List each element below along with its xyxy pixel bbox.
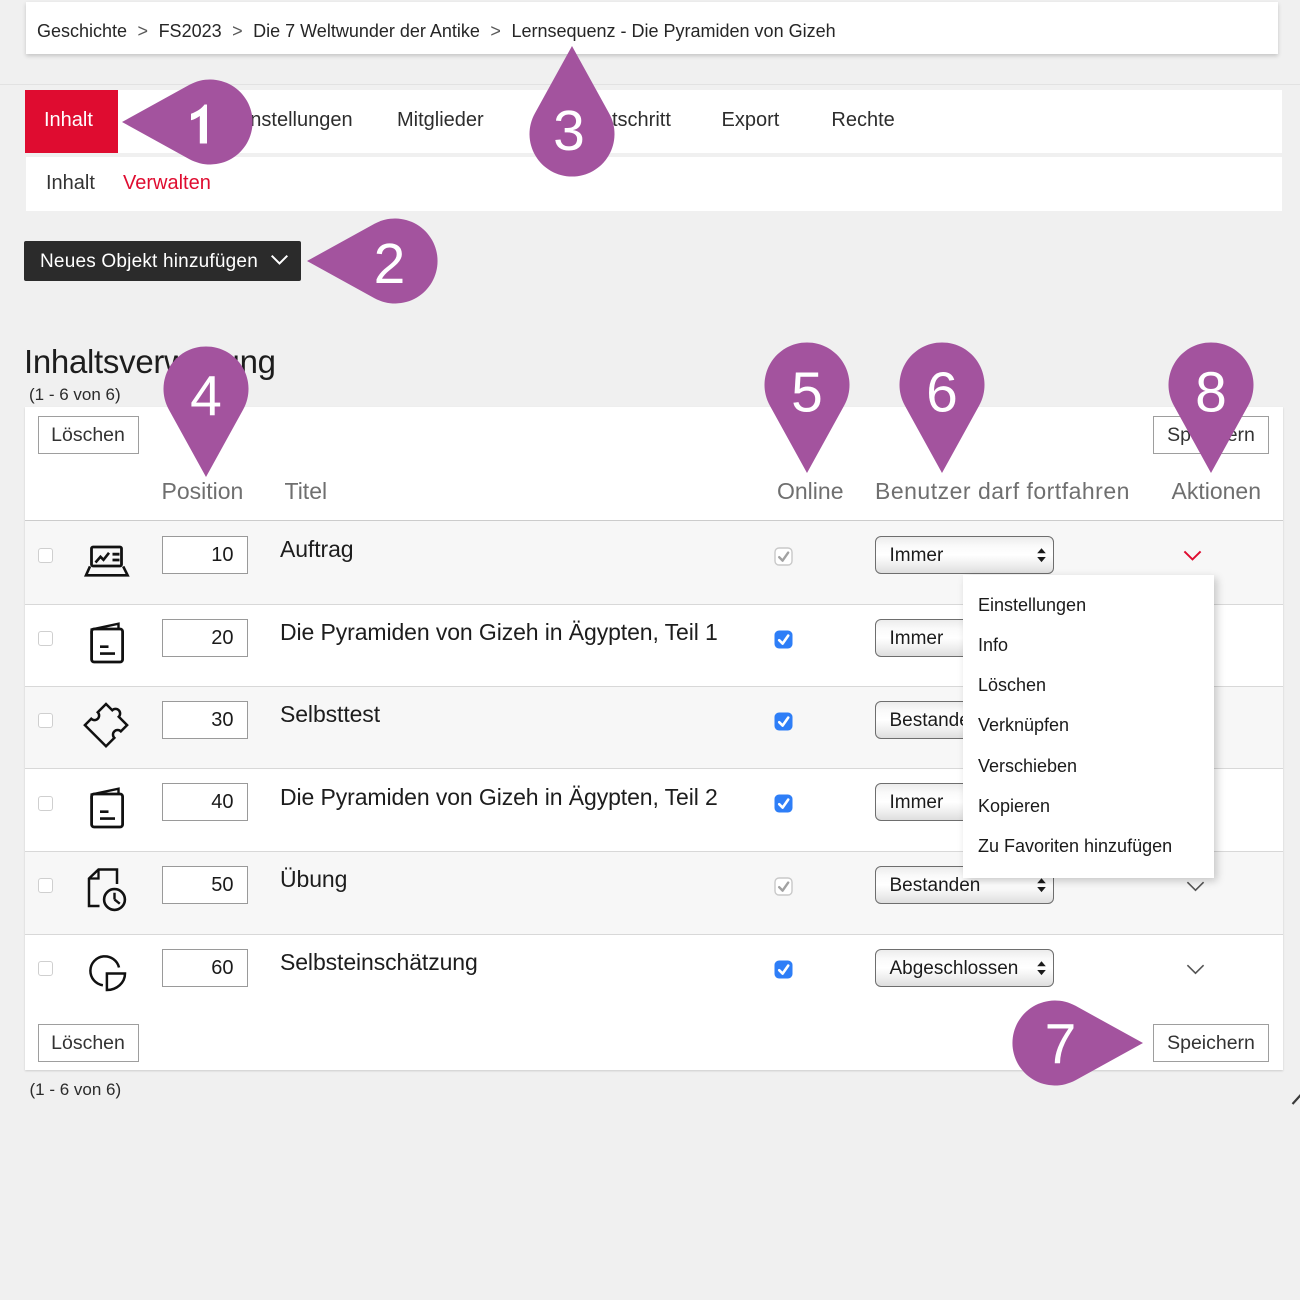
- svg-text:4: 4: [190, 364, 222, 428]
- svg-text:2: 2: [374, 232, 406, 296]
- svg-text:6: 6: [926, 360, 958, 424]
- svg-text:5: 5: [791, 360, 823, 424]
- svg-text:8: 8: [1195, 361, 1227, 425]
- svg-text:3: 3: [553, 99, 585, 163]
- svg-text:7: 7: [1044, 1013, 1076, 1077]
